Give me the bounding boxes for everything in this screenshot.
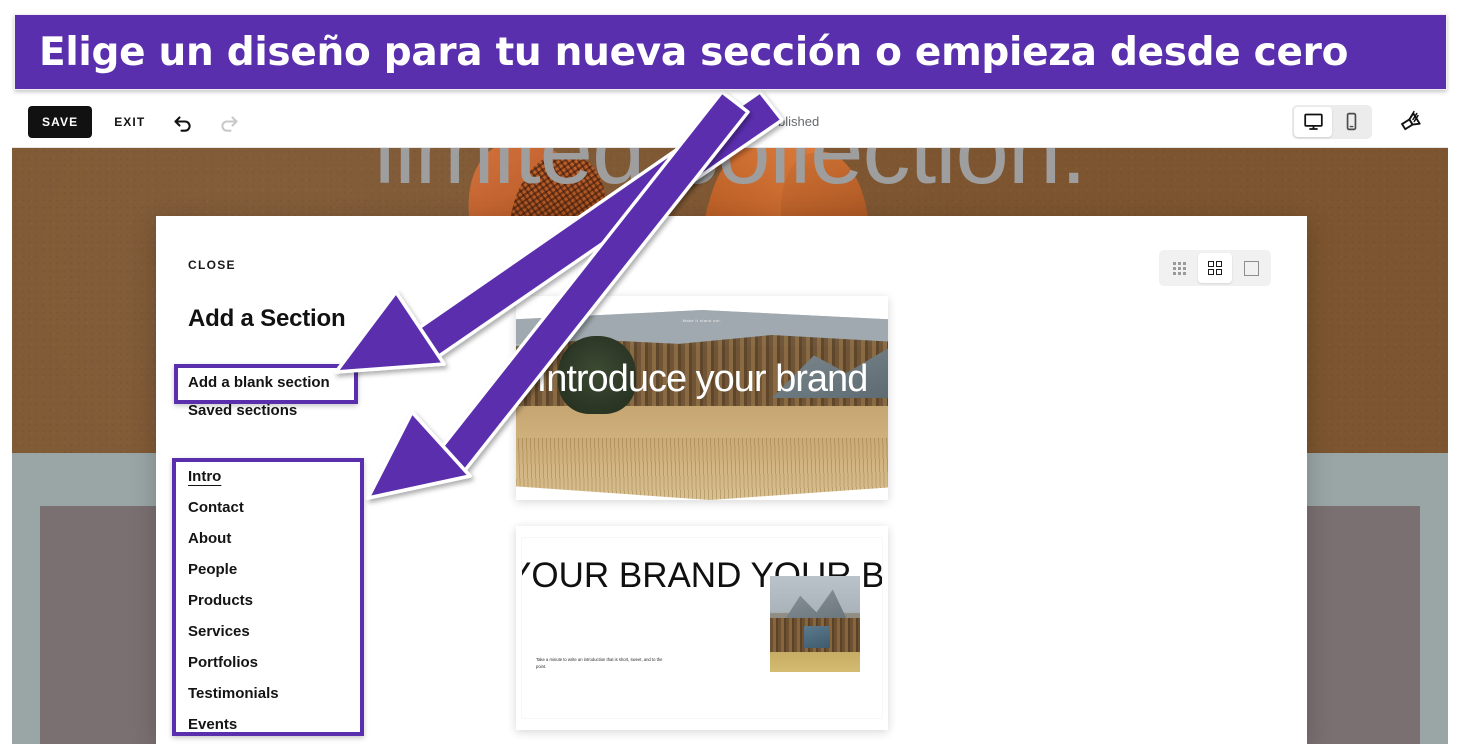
paintbrush-icon <box>1400 110 1421 130</box>
category-intro[interactable]: Intro <box>188 461 388 492</box>
small-grid-view-button[interactable] <box>1162 253 1196 283</box>
category-products[interactable]: Products <box>188 585 388 616</box>
large-single-view-button[interactable] <box>1234 253 1268 283</box>
save-button[interactable]: SAVE <box>28 105 93 138</box>
monitor-icon <box>1303 113 1323 130</box>
category-people[interactable]: People <box>188 554 388 585</box>
add-section-modal: CLOSE Add a Section Add a blank section … <box>156 216 1307 744</box>
desktop-view-button[interactable] <box>1294 106 1332 137</box>
square-large-icon <box>1243 260 1259 276</box>
category-about[interactable]: About <box>188 523 388 554</box>
template-body-text: Take a minute to write an introduction t… <box>536 657 663 670</box>
medium-grid-view-button[interactable] <box>1198 253 1232 283</box>
undo-arrow-icon <box>174 115 191 132</box>
category-list: Intro Contact About People Products Serv… <box>188 461 388 740</box>
category-testimonials[interactable]: Testimonials <box>188 678 388 709</box>
template-grid: Make it stand out. Introduce your brand … <box>516 296 1286 744</box>
template-card-intro-hero-photo[interactable]: Make it stand out. Introduce your brand <box>516 296 888 500</box>
screenshot-root: limited collection. SAVE EXIT blished CL… <box>0 0 1460 744</box>
redo-button[interactable] <box>213 106 245 138</box>
template-photo-grass <box>516 438 888 500</box>
hero-headline: limited collection. <box>374 148 1087 204</box>
device-view-switcher <box>1292 104 1372 139</box>
category-events[interactable]: Events <box>188 709 388 740</box>
style-editor-button[interactable] <box>1394 105 1428 139</box>
template-caption: Make it stand out. <box>682 318 722 323</box>
grid-medium-icon <box>1207 260 1223 276</box>
modal-sidebar: Add a blank section Saved sections Intro… <box>188 370 388 740</box>
instruction-banner: Elige un diseño para tu nueva sección o … <box>14 14 1447 90</box>
editor-toolbar: SAVE EXIT blished <box>12 96 1448 148</box>
redo-arrow-icon <box>221 115 238 132</box>
category-services[interactable]: Services <box>188 616 388 647</box>
publish-status-text: blished <box>778 114 820 129</box>
photo-door <box>804 626 830 648</box>
phone-icon <box>1346 112 1356 131</box>
toolbar-right-group <box>1292 104 1448 139</box>
exit-button[interactable]: EXIT <box>114 115 145 129</box>
template-photo <box>770 576 860 672</box>
grid-small-icon <box>1172 261 1186 275</box>
close-button[interactable]: CLOSE <box>188 258 236 272</box>
category-contact[interactable]: Contact <box>188 492 388 523</box>
saved-sections-link[interactable]: Saved sections <box>188 398 388 423</box>
template-card-brand-marquee[interactable]: YOUR BRAND YOUR BRAND Take a minute to w… <box>516 526 888 730</box>
undo-button[interactable] <box>167 106 199 138</box>
view-density-switcher <box>1159 250 1271 286</box>
template-inner: YOUR BRAND YOUR BRAND Take a minute to w… <box>522 538 882 718</box>
mobile-view-button[interactable] <box>1332 107 1370 137</box>
toolbar-left-group: SAVE EXIT <box>12 105 245 138</box>
category-portfolios[interactable]: Portfolios <box>188 647 388 678</box>
template-headline: Introduce your brand <box>536 358 869 400</box>
toolbar-center-group: blished <box>245 114 1292 129</box>
add-blank-section-link[interactable]: Add a blank section <box>188 370 388 395</box>
modal-title: Add a Section <box>188 305 346 332</box>
instruction-banner-text: Elige un diseño para tu nueva sección o … <box>39 29 1349 75</box>
